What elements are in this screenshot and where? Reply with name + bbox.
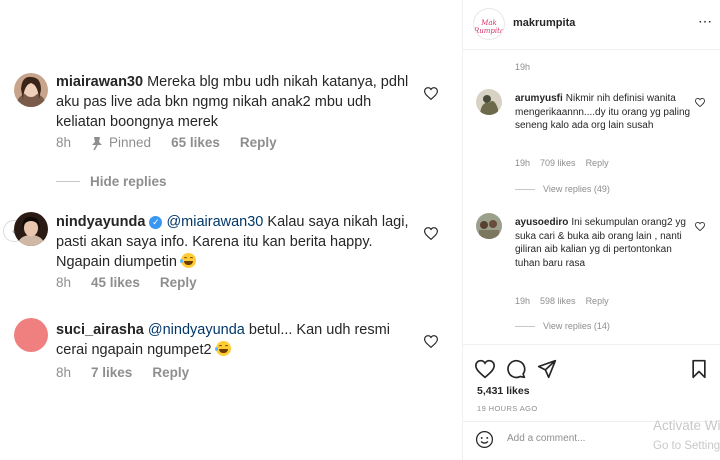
avatar[interactable]	[14, 212, 48, 246]
comment-meta: 8h 7 likes Reply	[56, 365, 189, 380]
pin-icon	[92, 136, 103, 150]
save-bookmark-icon[interactable]	[689, 359, 709, 379]
comment-likes[interactable]: 45 likes	[91, 275, 140, 290]
post-panel: Mak Rumpita makrumpita ⋯ 19h arumyusfi Ni…	[462, 0, 720, 460]
comment-time[interactable]: 19h	[515, 296, 530, 306]
comment-bubble-icon[interactable]	[506, 359, 526, 379]
reply-button[interactable]: Reply	[240, 135, 277, 150]
comment-time[interactable]: 19h	[515, 62, 530, 72]
add-comment-input[interactable]: Add a comment...	[507, 433, 585, 444]
like-heart-icon[interactable]	[695, 98, 705, 107]
like-heart-icon[interactable]	[424, 227, 438, 240]
comment-likes[interactable]: 709 likes	[540, 158, 576, 168]
post-author-username[interactable]: makrumpita	[513, 17, 575, 29]
verified-badge-icon: ✓	[149, 216, 163, 229]
comment-likes[interactable]: 7 likes	[91, 365, 132, 380]
laughing-tears-emoji-icon	[179, 253, 196, 268]
avatar[interactable]	[476, 89, 502, 115]
reply-button[interactable]: Reply	[160, 275, 197, 290]
reply-button[interactable]: Reply	[586, 296, 609, 306]
avatar[interactable]	[476, 213, 502, 239]
laughing-tears-emoji-icon	[214, 341, 231, 356]
like-heart-icon[interactable]	[424, 335, 438, 348]
avatar-logo-text: Mak Rumpita	[474, 19, 505, 35]
comment-text: miairawan30 Mereka blg mbu udh nikah kata…	[56, 72, 418, 132]
more-options-icon[interactable]: ⋯	[698, 13, 713, 30]
divider	[56, 181, 80, 182]
pinned-badge: Pinned	[91, 135, 151, 150]
comment-time[interactable]: 19h	[515, 158, 530, 168]
comment-username[interactable]: nindyayunda	[56, 214, 145, 230]
reply-button[interactable]: Reply	[152, 365, 189, 380]
divider	[515, 325, 535, 327]
comment-meta: 19h 709 likes Reply	[515, 158, 609, 168]
hide-replies-button[interactable]: Hide replies	[56, 174, 167, 189]
like-heart-icon[interactable]	[695, 222, 705, 231]
pinned-label: Pinned	[109, 135, 152, 150]
share-send-icon[interactable]	[537, 359, 557, 379]
post-likes-count[interactable]: 5,431 likes	[477, 385, 530, 397]
comment-text: ayusoediro Ini sekumpulan orang2 yg suka …	[515, 216, 693, 270]
comment-text: suci_airasha @nindyayunda betul... Kan ud…	[56, 320, 418, 360]
reply-button[interactable]: Reply	[586, 158, 609, 168]
view-replies-button[interactable]: View replies (49)	[515, 184, 610, 194]
like-heart-icon[interactable]	[475, 359, 495, 379]
post-timestamp: 19 HOURS AGO	[477, 404, 538, 413]
comment-username[interactable]: miairawan30	[56, 74, 143, 90]
post-author-avatar[interactable]: Mak Rumpita	[473, 8, 505, 40]
comment-meta: 19h 598 likes Reply	[515, 296, 609, 306]
avatar[interactable]	[14, 73, 48, 107]
view-replies-label: View replies (49)	[543, 184, 610, 194]
add-comment-bar: Add a comment...	[463, 421, 720, 455]
post-header: Mak Rumpita makrumpita ⋯	[463, 0, 720, 50]
comment-username[interactable]: arumyusfi	[515, 93, 563, 104]
comment-time[interactable]: 8h	[56, 275, 71, 290]
avatar[interactable]	[14, 318, 48, 352]
comment-meta: 8h Pinned 65 likes Reply	[56, 135, 277, 150]
view-replies-label: View replies (14)	[543, 321, 610, 331]
post-actions: 5,431 likes 19 HOURS AGO Add a comment..…	[463, 344, 720, 454]
mention-link[interactable]: @miairawan30	[166, 214, 263, 230]
comment-likes[interactable]: 598 likes	[540, 296, 576, 306]
comment-username[interactable]: suci_airasha	[56, 322, 144, 338]
comment-text: nindyayunda ✓ @miairawan30 Kalau saya nika…	[56, 212, 418, 272]
comment-time[interactable]: 8h	[56, 135, 71, 150]
comment-username[interactable]: ayusoediro	[515, 217, 568, 228]
comment-meta: 8h 45 likes Reply	[56, 275, 197, 290]
comment-time[interactable]: 8h	[56, 365, 71, 380]
emoji-picker-icon[interactable]	[475, 430, 494, 449]
comment-text: arumyusfi Nikmir nih definisi wanita meng…	[515, 92, 693, 133]
comment-likes[interactable]: 65 likes	[171, 135, 220, 150]
hide-replies-label: Hide replies	[90, 174, 167, 189]
like-heart-icon[interactable]	[424, 87, 438, 100]
zoomed-comment-thread: miairawan30 Mereka blg mbu udh nikah kata…	[0, 0, 462, 460]
view-replies-button[interactable]: View replies (14)	[515, 321, 610, 331]
divider	[515, 188, 535, 190]
mention-link[interactable]: @nindyayunda	[148, 322, 245, 338]
